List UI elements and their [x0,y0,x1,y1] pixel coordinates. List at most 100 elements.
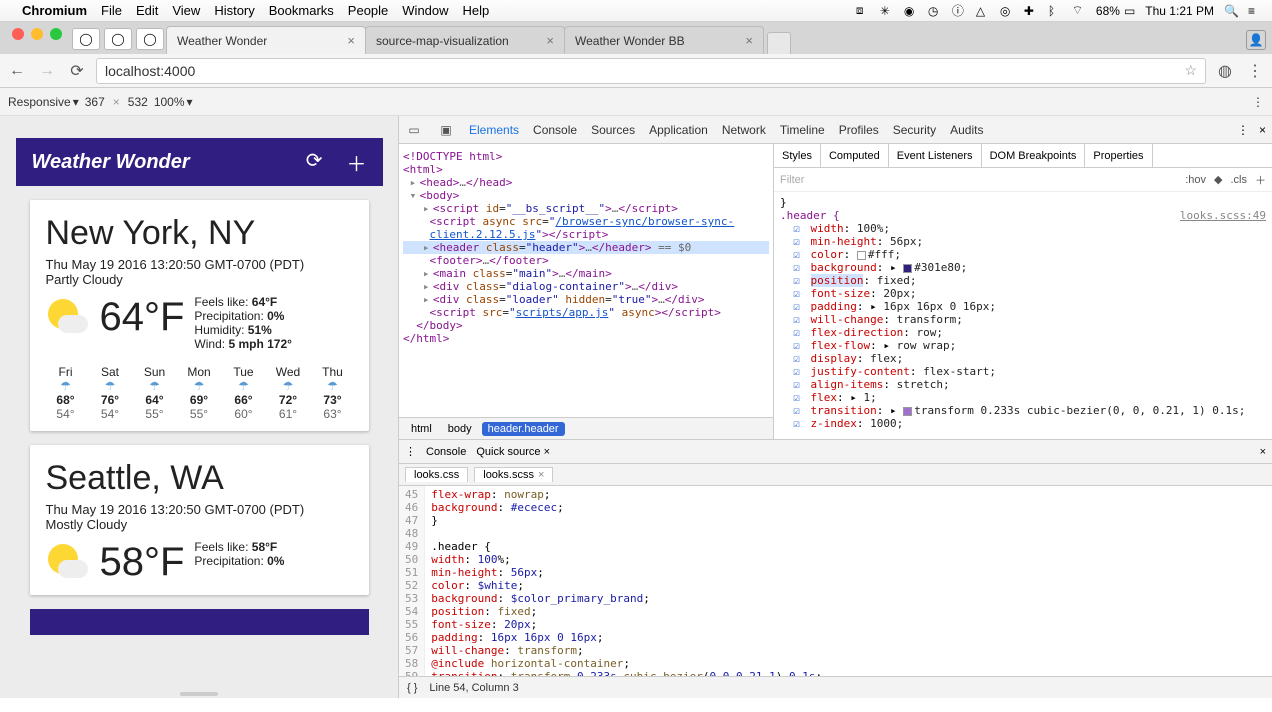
profile-button[interactable]: 👤 [1240,26,1272,54]
menu-edit[interactable]: Edit [136,3,158,18]
device-zoom[interactable]: 100% ▾ [154,95,193,109]
add-rule-icon[interactable]: ＋ [1255,172,1266,188]
weather-icon [46,295,90,339]
add-icon[interactable]: ＋ [347,148,367,177]
panel-network[interactable]: Network [722,123,766,137]
filter-input[interactable]: Filter [780,174,1177,186]
menu-file[interactable]: File [101,3,122,18]
forward-button[interactable]: → [36,60,58,82]
dropbox-icon[interactable]: ⧈ [856,3,870,18]
maximize-window[interactable] [50,28,62,40]
menu-icon[interactable]: ≡ [1248,4,1262,18]
devtools-close-icon[interactable]: × [1259,123,1266,137]
menu-history[interactable]: History [214,3,254,18]
source-status: { } Line 54, Column 3 [399,676,1272,698]
clock[interactable]: Thu 1:21 PM [1145,4,1214,18]
source-code[interactable]: 45464748495051525354555657585960 flex-wr… [399,486,1272,676]
extension-icon[interactable]: ◍ [1214,60,1236,82]
info-icon[interactable]: ⓘ [952,2,966,19]
tab-2[interactable]: source-map-visualization× [365,26,565,54]
panel-application[interactable]: Application [649,123,708,137]
device-menu-icon[interactable]: ⋮ [1252,95,1264,109]
menu-view[interactable]: View [172,3,200,18]
tab-computed[interactable]: Computed [821,144,889,167]
card-desc: Mostly Cloudy [46,517,353,532]
crumb-header[interactable]: header.header [482,422,565,436]
crumb-body[interactable]: body [442,422,478,436]
cls-toggle[interactable]: .cls [1231,174,1248,186]
chrome-icon[interactable]: ◎ [1000,4,1014,18]
pinned-firefox-icon[interactable]: ◯ [104,28,132,50]
tab-properties[interactable]: Properties [1085,144,1152,167]
pinned-site-icon[interactable]: ◯ [136,28,164,50]
drawer-menu-icon[interactable]: ⋮ [405,445,416,458]
inspect-icon[interactable]: ▭ [405,123,423,137]
new-tab-button[interactable] [767,32,791,54]
weather-card: Seattle, WA Thu May 19 2016 13:20:50 GMT… [30,445,369,595]
timer-icon[interactable]: ◷ [928,4,942,18]
panel-profiles[interactable]: Profiles [839,123,879,137]
close-window[interactable] [12,28,24,40]
drawer-tab-console[interactable]: Console [426,446,466,458]
wifi-icon[interactable]: ⌔ [1072,3,1086,18]
tab-3[interactable]: Weather Wonder BB× [564,26,764,54]
tab-1[interactable]: Weather Wonder× [166,26,366,54]
sync-icon[interactable]: ✳ [880,4,894,18]
device-toggle-icon[interactable]: ▣ [437,123,455,137]
browser-menu-icon[interactable]: ⋮ [1244,60,1266,82]
close-icon[interactable]: × [544,446,550,458]
device-height[interactable]: 532 [128,95,148,109]
back-button[interactable]: ← [6,60,28,82]
braces-icon[interactable]: { } [407,682,417,694]
menu-people[interactable]: People [348,3,388,18]
device-toolbar: Responsive ▾ 367 × 532 100% ▾ ⋮ [0,88,1272,116]
file-tab[interactable]: looks.scss× [474,467,553,482]
close-icon[interactable]: × [741,33,757,48]
css-rules[interactable]: } looks.scss:49.header { ☑ width: 100%; … [774,192,1272,439]
crumb-html[interactable]: html [405,422,438,436]
menu-bookmarks[interactable]: Bookmarks [269,3,334,18]
tab-breakpoints[interactable]: DOM Breakpoints [982,144,1086,167]
refresh-icon[interactable]: ⟳ [306,148,323,177]
bookmark-star-icon[interactable]: ☆ [1184,62,1197,79]
pinned-github-icon[interactable]: ◯ [72,28,100,50]
pin-icon[interactable]: ◆ [1214,173,1222,186]
menu-window[interactable]: Window [402,3,448,18]
drawer-close-icon[interactable]: × [1260,446,1266,458]
hov-toggle[interactable]: :hov [1185,174,1206,186]
eye-icon[interactable]: ◉ [904,4,918,18]
spotlight-icon[interactable]: 🔍 [1224,4,1238,18]
devtools-menu-icon[interactable]: ⋮ [1237,123,1249,137]
reload-button[interactable]: ⟳ [66,60,88,82]
close-icon[interactable]: × [542,33,558,48]
url-input[interactable]: localhost:4000 ☆ [96,58,1206,84]
panel-console[interactable]: Console [533,123,577,137]
card-desc: Partly Cloudy [46,272,353,287]
panel-timeline[interactable]: Timeline [780,123,825,137]
window-controls [4,28,70,48]
app-name[interactable]: Chromium [22,3,87,18]
battery-status[interactable]: 68% ▭ [1096,4,1135,18]
drawer-tab-quicksource[interactable]: Quick source × [476,446,550,458]
close-icon[interactable]: × [343,33,359,48]
minimize-window[interactable] [31,28,43,40]
breadcrumb: html body header.header [399,417,773,439]
drive-icon[interactable]: △ [976,4,990,18]
source-link[interactable]: looks.scss:49 [1180,209,1266,222]
current-temp: 64°F [100,295,185,340]
menu-help[interactable]: Help [463,3,490,18]
puzzle-icon[interactable]: ✚ [1024,4,1038,18]
close-icon[interactable]: × [538,469,544,481]
tab-listeners[interactable]: Event Listeners [889,144,982,167]
panel-security[interactable]: Security [893,123,936,137]
device-width[interactable]: 367 [85,95,105,109]
dom-tree[interactable]: <!DOCTYPE html> <html> ▸<head>…</head> ▾… [399,144,773,417]
panel-audits[interactable]: Audits [950,123,983,137]
file-tab[interactable]: looks.css [405,467,468,482]
device-preview: Weather Wonder ⟳ ＋ New York, NY Thu May … [0,116,398,698]
tab-styles[interactable]: Styles [774,144,821,167]
bluetooth-icon[interactable]: ᛒ [1048,4,1062,18]
panel-sources[interactable]: Sources [591,123,635,137]
device-mode-select[interactable]: Responsive ▾ [8,95,79,109]
panel-elements[interactable]: Elements [469,123,519,137]
